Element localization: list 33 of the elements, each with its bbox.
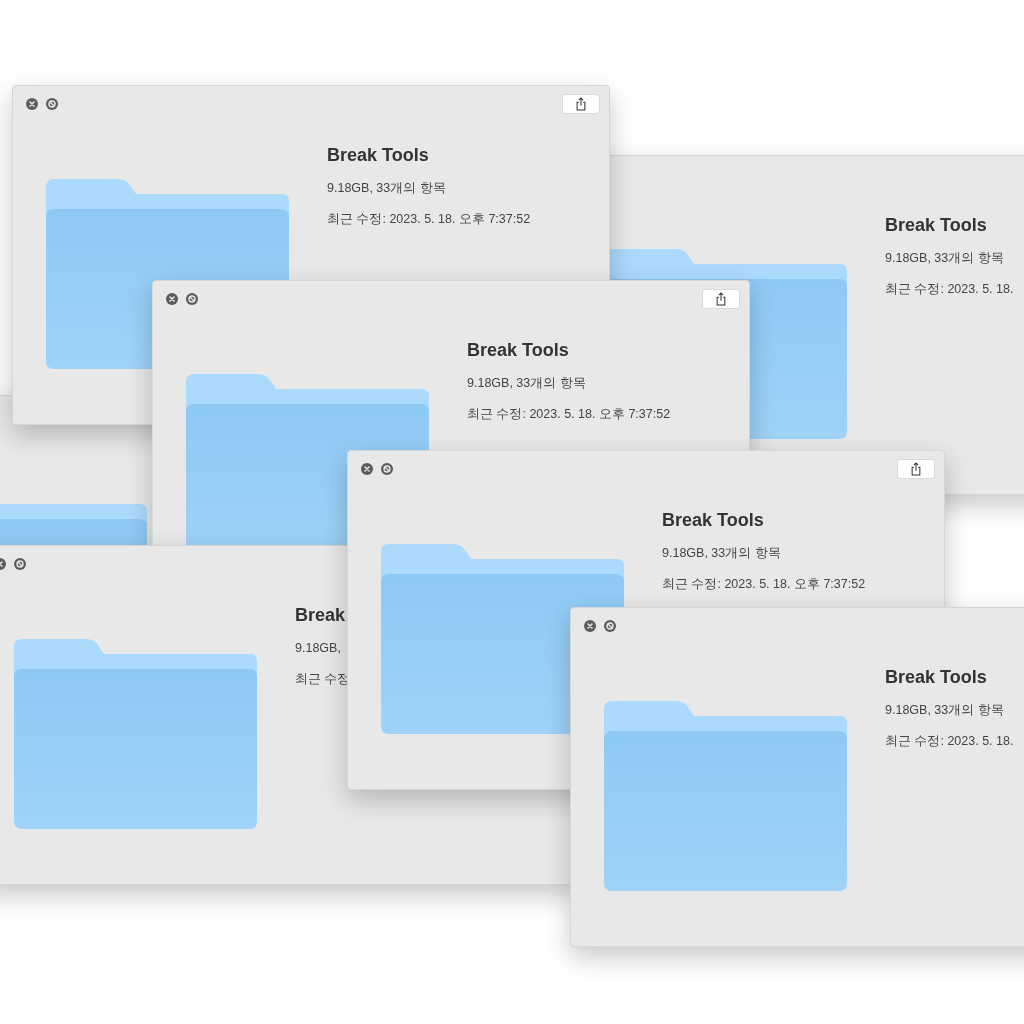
- file-size-text: 9.18GB, 33개의 항목: [662, 545, 782, 562]
- folder-icon: [604, 701, 847, 891]
- close-button[interactable]: [26, 98, 38, 110]
- file-size-text: 9.18GB, 33개의 항목: [885, 702, 1005, 719]
- slash-circle-button[interactable]: [46, 98, 58, 110]
- file-name: Break Tools: [662, 509, 765, 531]
- share-icon: [715, 292, 727, 306]
- file-size-text: 9.18GB,: [295, 640, 342, 657]
- modified-date-text: 최근 수정: 2023. 5. 18. 오후 7:37:52: [662, 576, 866, 593]
- slash-circle-button[interactable]: [604, 620, 616, 632]
- file-name: Break Tools: [885, 666, 988, 688]
- file-name: Break: [295, 604, 347, 626]
- modified-date-text: 최근 수정: 2023. 5. 18.: [885, 733, 1014, 750]
- slash-circle-button[interactable]: [186, 293, 198, 305]
- slash-circle-button[interactable]: [14, 558, 26, 570]
- close-button[interactable]: [166, 293, 178, 305]
- close-button[interactable]: [361, 463, 373, 475]
- file-size-text: 9.18GB, 33개의 항목: [327, 180, 447, 197]
- file-size-text: 9.18GB, 33개의 항목: [467, 375, 587, 392]
- file-size-text: 9.18GB, 33개의 항목: [885, 250, 1005, 267]
- modified-date-text: 최근 수정: 2023. 5. 18.: [885, 281, 1014, 298]
- modified-date-text: 최근 수정: 2023. 5. 18. 오후 7:37:52: [467, 406, 671, 423]
- share-button[interactable]: [702, 289, 740, 309]
- share-icon: [910, 462, 922, 476]
- file-name: Break Tools: [327, 144, 430, 166]
- share-button[interactable]: [562, 94, 600, 114]
- modified-date-text: 최근 수정: 2023. 5. 18. 오후 7:37:52: [327, 211, 531, 228]
- slash-circle-button[interactable]: [381, 463, 393, 475]
- share-icon: [575, 97, 587, 111]
- file-name: Break Tools: [885, 214, 988, 236]
- file-name: Break Tools: [467, 339, 570, 361]
- share-button[interactable]: [897, 459, 935, 479]
- close-button[interactable]: [584, 620, 596, 632]
